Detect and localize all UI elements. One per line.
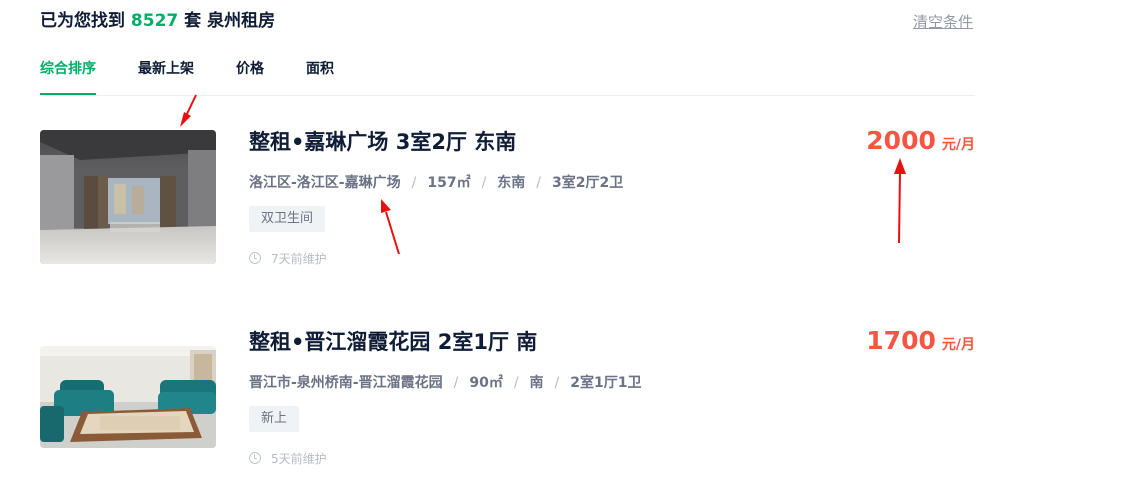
listing-location[interactable]: 洛江区-洛江区-嘉琳广场 [249,175,401,191]
price-value: 2000 [866,126,936,155]
listing-title[interactable]: 整租•嘉琳广场 3室2厅 东南 [249,126,516,156]
listing-price: 2000 元/月 [866,126,975,155]
update-time-text: 7天前维护 [271,252,327,266]
sort-tabs: 综合排序 最新上架 价格 面积 [40,58,975,96]
clock-icon [249,452,261,464]
listing-card: 整租•晋江溜霞花园 2室1厅 南 晋江市-泉州桥南-晋江溜霞花园 / 90㎡ / 南 / 2… [40,324,975,474]
tab-area[interactable]: 面积 [306,58,334,94]
listing-update-time: 5天前维护 [249,450,327,467]
listing-photo[interactable] [40,130,216,264]
listing-description: 晋江市-泉州桥南-晋江溜霞花园 / 90㎡ / 南 / 2室1厅1卫 [249,372,642,392]
listing-update-time: 7天前维护 [249,250,327,267]
separator: / [536,175,542,191]
listing-title[interactable]: 整租•晋江溜霞花园 2室1厅 南 [249,326,537,356]
clock-icon [249,252,261,264]
arrow-icon [180,94,197,127]
listing-area: 157㎡ [427,175,471,191]
listing-area: 90㎡ [469,375,503,391]
listing-location[interactable]: 晋江市-泉州桥南-晋江溜霞花园 [249,375,443,391]
separator: / [453,375,459,391]
listing-photo[interactable] [40,346,216,448]
listing-card: 整租•嘉琳广场 3室2厅 东南 洛江区-洛江区-嘉琳广场 / 157㎡ / 东南 / 3室2… [40,124,975,274]
tab-price[interactable]: 价格 [236,58,264,94]
listing-tag: 双卫生间 [249,206,326,232]
summary-suffix: 套 泉州租房 [184,11,276,31]
result-summary: 已为您找到 8527 套 泉州租房 [40,8,275,34]
listing-layout: 3室2厅2卫 [552,175,624,191]
listing-layout: 2室1厅1卫 [570,375,642,391]
result-count: 8527 [130,11,179,31]
separator: / [481,175,487,191]
summary-prefix: 已为您找到 [40,11,125,31]
listing-orientation: 东南 [497,175,526,191]
price-unit: 元/月 [941,137,975,153]
listing-price: 1700 元/月 [866,326,975,355]
listing-tag: 新上 [249,406,300,432]
update-time-text: 5天前维护 [271,452,327,466]
price-unit: 元/月 [941,337,975,353]
separator: / [411,175,417,191]
clear-filters-link[interactable]: 清空条件 [913,11,973,32]
listing-orientation: 南 [529,375,544,391]
listing-description: 洛江区-洛江区-嘉琳广场 / 157㎡ / 东南 / 3室2厅2卫 [249,172,623,192]
tab-newest[interactable]: 最新上架 [138,58,194,94]
tab-comprehensive-sort[interactable]: 综合排序 [40,58,96,95]
separator: / [513,375,519,391]
separator: / [554,375,560,391]
price-value: 1700 [866,326,936,355]
